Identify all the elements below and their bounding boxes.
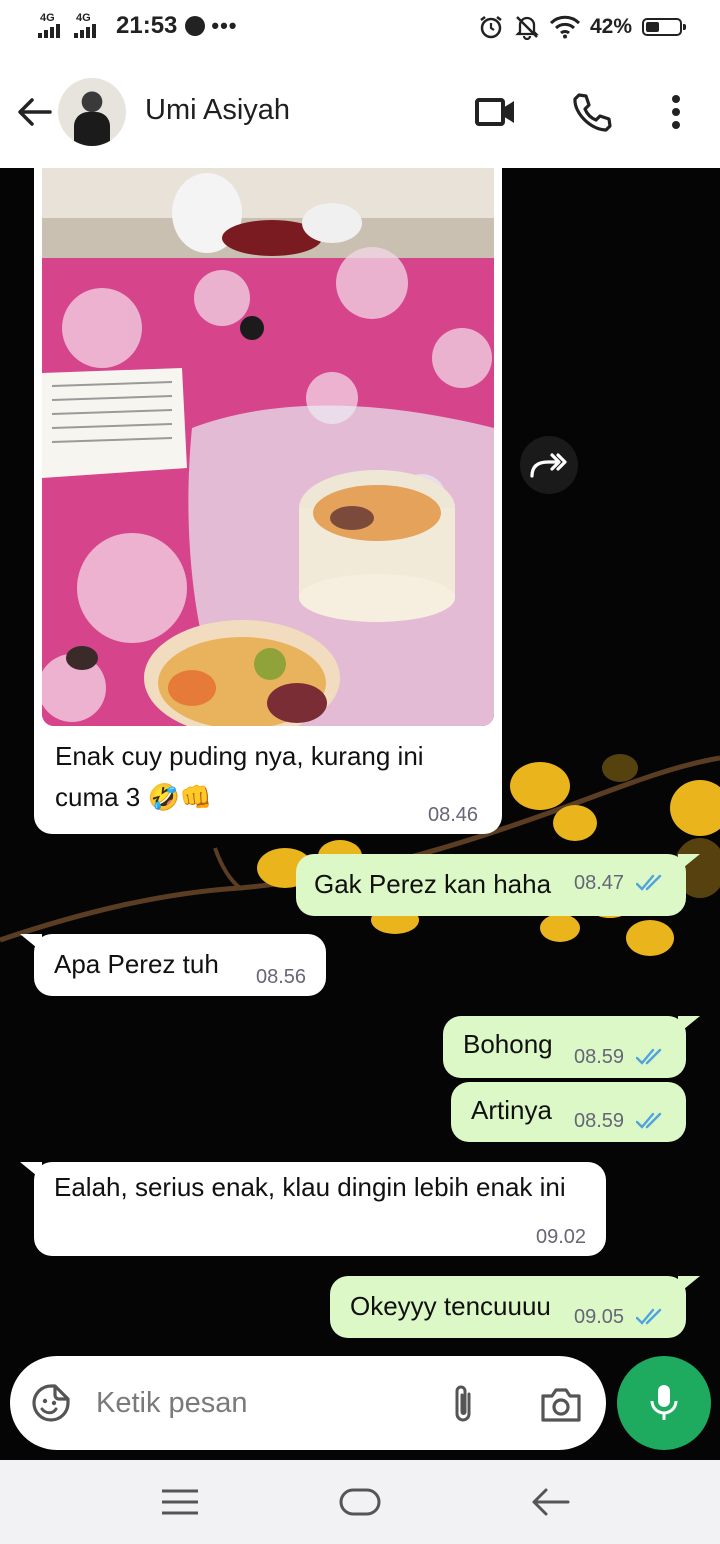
image-caption: Enak cuy puding nya, kurang ini cuma 3 🤣… — [55, 741, 424, 812]
more-notifications-indicator: ••• — [211, 13, 238, 38]
message-time: 08.56 — [256, 966, 307, 988]
forward-icon — [530, 453, 567, 478]
read-receipt-icon — [636, 1308, 662, 1325]
message-time: 09.02 — [536, 1226, 587, 1248]
message-time: 08.59 — [574, 1110, 625, 1132]
battery-icon — [642, 18, 686, 36]
network-type-label: 4G — [40, 12, 55, 24]
message-composer — [10, 1356, 606, 1450]
message-text: Apa Perez tuh — [54, 949, 219, 979]
back-arrow-icon[interactable] — [14, 92, 54, 132]
message-text: Artinya — [471, 1095, 552, 1125]
back-nav-icon[interactable] — [528, 1484, 572, 1520]
phone-call-icon[interactable] — [570, 90, 614, 134]
message-time: 08.47 — [574, 872, 625, 894]
incoming-message[interactable]: Apa Perez tuh 08.56 — [20, 934, 326, 996]
alarm-icon — [480, 16, 502, 39]
message-time: 08.59 — [574, 1046, 625, 1068]
network-type-label: 4G — [76, 12, 91, 24]
status-left: 4G 4G 21:53 ••• — [38, 12, 238, 40]
recent-apps-icon[interactable] — [160, 1486, 200, 1518]
message-time: 08.46 — [428, 804, 479, 826]
read-receipt-icon — [636, 874, 662, 891]
read-receipt-icon — [636, 1112, 662, 1129]
home-icon[interactable] — [338, 1486, 382, 1518]
mic-icon — [650, 1385, 678, 1420]
outgoing-message[interactable]: Okeyyy tencuuuu 09.05 — [330, 1276, 700, 1338]
avatar[interactable] — [58, 78, 126, 146]
message-text: Ealah, serius enak, klau dingin lebih en… — [54, 1172, 566, 1202]
chat-header: Umi Asiyah — [0, 58, 720, 168]
chat-area[interactable]: Enak cuy puding nya, kurang ini cuma 3 🤣… — [0, 168, 720, 1460]
sticker-icon[interactable] — [30, 1382, 72, 1424]
message-time: 09.05 — [574, 1306, 625, 1328]
forward-button[interactable] — [520, 436, 578, 494]
status-bar: 4G 4G 21:53 ••• 42% — [0, 0, 720, 58]
incoming-message[interactable]: Ealah, serius enak, klau dingin lebih en… — [20, 1162, 606, 1256]
pudding-photo[interactable] — [42, 168, 494, 726]
battery-percent: 42% — [589, 15, 632, 38]
outgoing-message[interactable]: Artinya 08.59 — [451, 1082, 686, 1142]
read-receipt-icon — [636, 1048, 662, 1065]
voice-message-button[interactable] — [617, 1356, 711, 1450]
signal-icon: 4G — [74, 12, 104, 40]
system-nav-bar — [0, 1460, 720, 1544]
status-right: 42% — [478, 14, 686, 40]
signal-icon: 4G — [38, 12, 68, 40]
data-saver-icon — [185, 16, 206, 36]
message-text: Gak Perez kan haha — [314, 869, 552, 899]
message-text: Bohong — [463, 1029, 553, 1059]
message-input[interactable] — [96, 1378, 416, 1428]
clock: 21:53 — [116, 12, 178, 39]
more-vert-icon[interactable] — [654, 90, 698, 134]
battery-level-fill — [646, 22, 659, 32]
message-text: Okeyyy tencuuuu — [350, 1291, 551, 1321]
camera-icon[interactable] — [539, 1384, 583, 1424]
mute-notification-icon — [515, 16, 539, 40]
video-call-icon[interactable] — [474, 90, 518, 134]
contact-name[interactable]: Umi Asiyah — [145, 94, 290, 127]
outgoing-message[interactable]: Gak Perez kan haha 08.47 — [296, 854, 700, 916]
attach-icon[interactable] — [447, 1382, 479, 1426]
wifi-icon — [549, 15, 580, 39]
outgoing-message[interactable]: Bohong 08.59 — [443, 1016, 700, 1078]
